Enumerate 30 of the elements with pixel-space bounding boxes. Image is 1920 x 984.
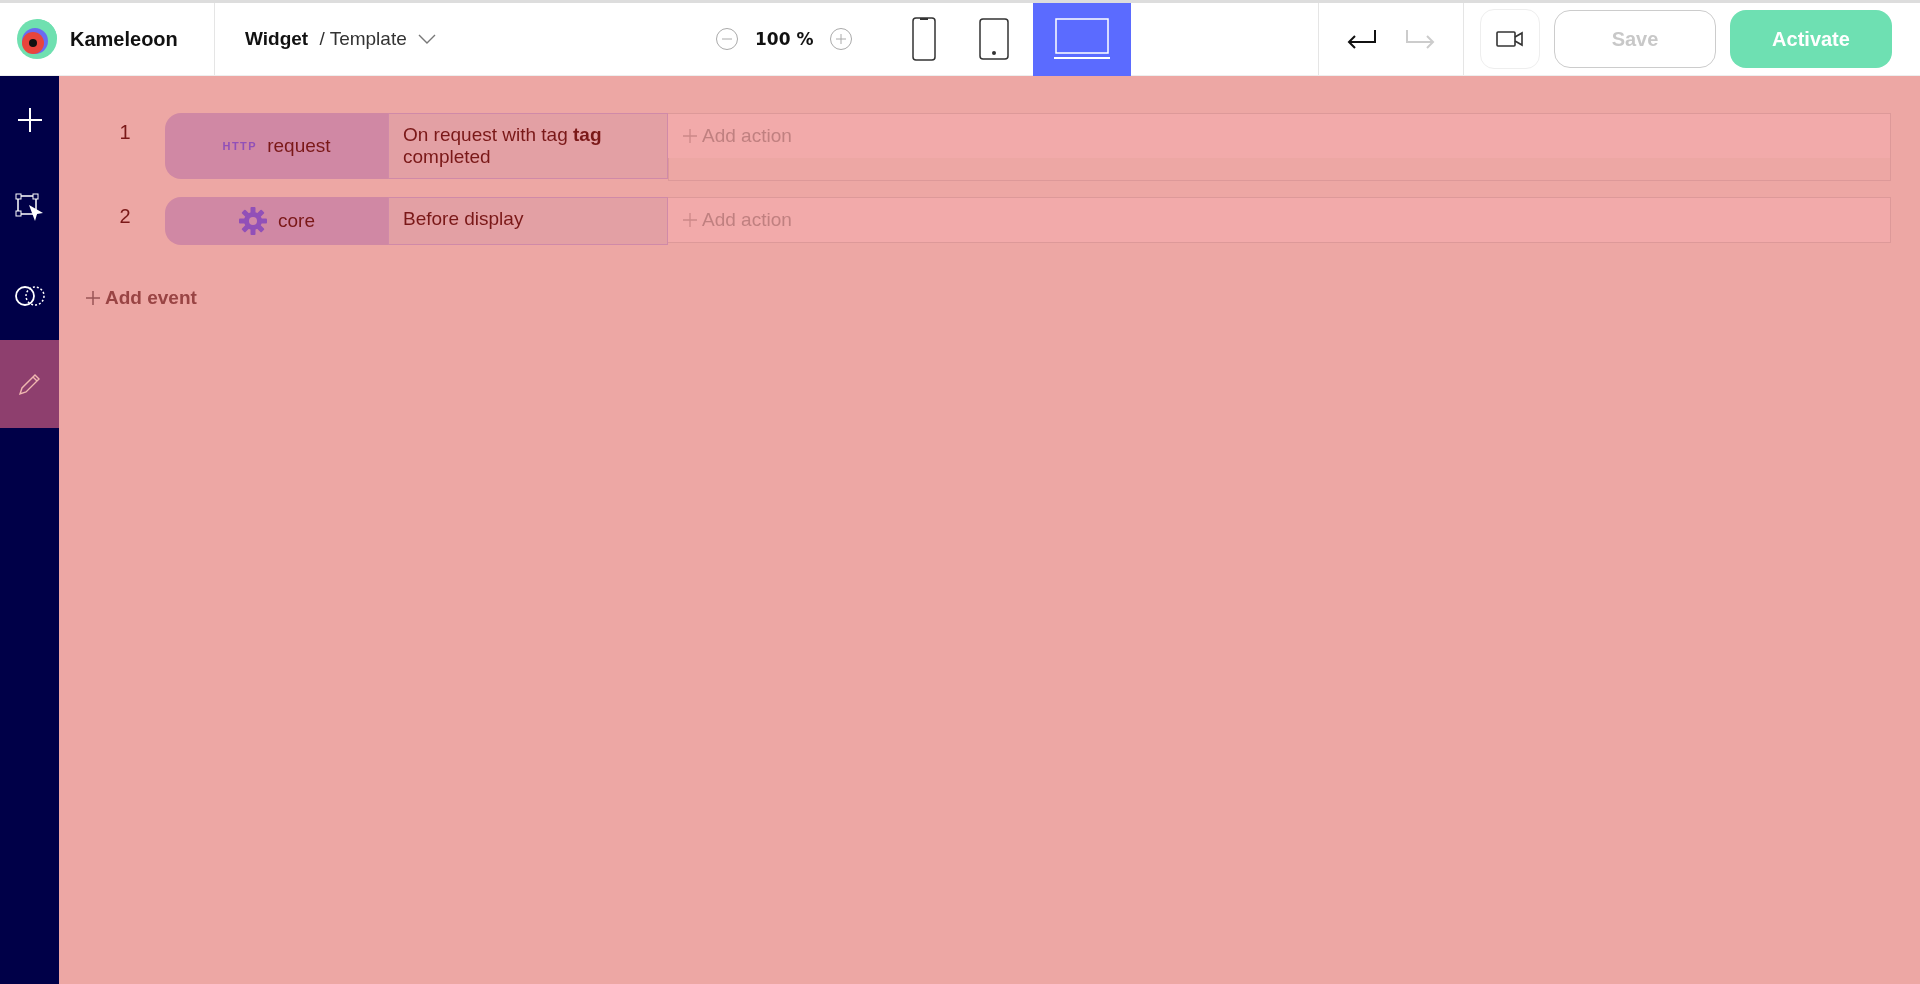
logo-icon xyxy=(14,16,60,62)
event-source[interactable]: core xyxy=(165,197,388,245)
device-desktop-button[interactable] xyxy=(1033,2,1132,76)
http-label: HTTP xyxy=(222,140,258,152)
event-source[interactable]: HTTP request xyxy=(165,113,388,179)
event-source-name: core xyxy=(278,210,315,232)
circles-icon xyxy=(13,285,46,307)
plus-icon xyxy=(682,128,698,144)
breadcrumb-dropdown[interactable]: Widget / Template xyxy=(215,28,715,50)
plus-icon xyxy=(682,212,698,228)
add-event-button[interactable]: Add event xyxy=(85,263,197,309)
select-cursor-icon xyxy=(14,193,45,223)
phone-icon xyxy=(912,17,937,61)
plus-icon xyxy=(16,107,43,133)
pencil-icon xyxy=(17,372,42,396)
event-condition[interactable]: On request with tag tag completed xyxy=(388,113,668,179)
event-source-name: request xyxy=(267,135,331,157)
event-number: 2 xyxy=(118,204,132,228)
event-number: 1 xyxy=(118,120,132,144)
gear-icon xyxy=(238,206,268,236)
laptop-icon xyxy=(1054,18,1111,60)
event-condition[interactable]: Before display xyxy=(388,197,668,245)
undo-icon[interactable] xyxy=(1345,27,1377,51)
video-camera-icon xyxy=(1496,29,1524,49)
tablet-icon xyxy=(979,18,1010,60)
record-button[interactable] xyxy=(1480,9,1540,69)
plus-icon xyxy=(85,290,101,306)
chevron-down-icon xyxy=(418,34,437,44)
brand-name: Kameleoon xyxy=(70,27,178,51)
zoom-level: 100 % xyxy=(755,29,814,49)
